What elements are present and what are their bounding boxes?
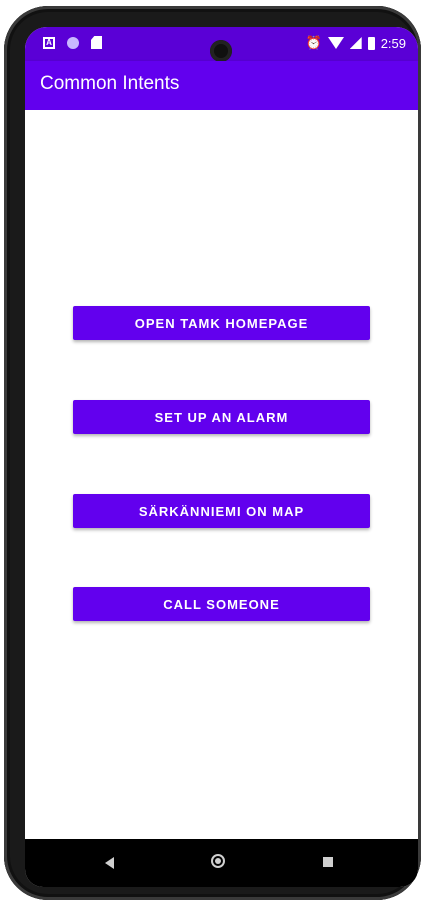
phone-frame: A ⏰ 2:59 Common Intents OPEN TAMK HOMEPA…	[4, 6, 421, 900]
call-someone-button[interactable]: CALL SOMEONE	[73, 587, 370, 621]
status-time: 2:59	[380, 35, 406, 51]
home-icon[interactable]	[211, 854, 225, 868]
status-bar: A ⏰ 2:59	[25, 27, 418, 62]
circle-app-icon	[67, 36, 79, 49]
battery-icon	[367, 36, 375, 50]
main-content: OPEN TAMK HOMEPAGE SET UP AN ALARM SÄRKÄ…	[25, 110, 418, 839]
set-up-alarm-button[interactable]: SET UP AN ALARM	[73, 400, 370, 434]
open-tamk-homepage-button[interactable]: OPEN TAMK HOMEPAGE	[73, 306, 370, 340]
signal-icon	[349, 37, 362, 49]
notification-a-icon: A	[43, 36, 55, 49]
status-right-icons: ⏰ 2:59	[306, 35, 407, 51]
navigation-bar	[25, 839, 418, 887]
back-icon[interactable]	[105, 857, 114, 869]
sd-card-icon	[91, 36, 102, 49]
app-title: Common Intents	[40, 73, 180, 94]
sarkanniemi-on-map-button[interactable]: SÄRKÄNNIEMI ON MAP	[73, 494, 370, 528]
status-left-icons: A	[43, 36, 102, 49]
phone-screen: A ⏰ 2:59 Common Intents OPEN TAMK HOMEPA…	[25, 27, 418, 887]
front-camera	[210, 40, 232, 62]
app-bar: Common Intents	[25, 61, 418, 110]
wifi-icon	[327, 37, 344, 49]
recents-icon[interactable]	[323, 857, 333, 867]
alarm-icon: ⏰	[305, 35, 322, 50]
